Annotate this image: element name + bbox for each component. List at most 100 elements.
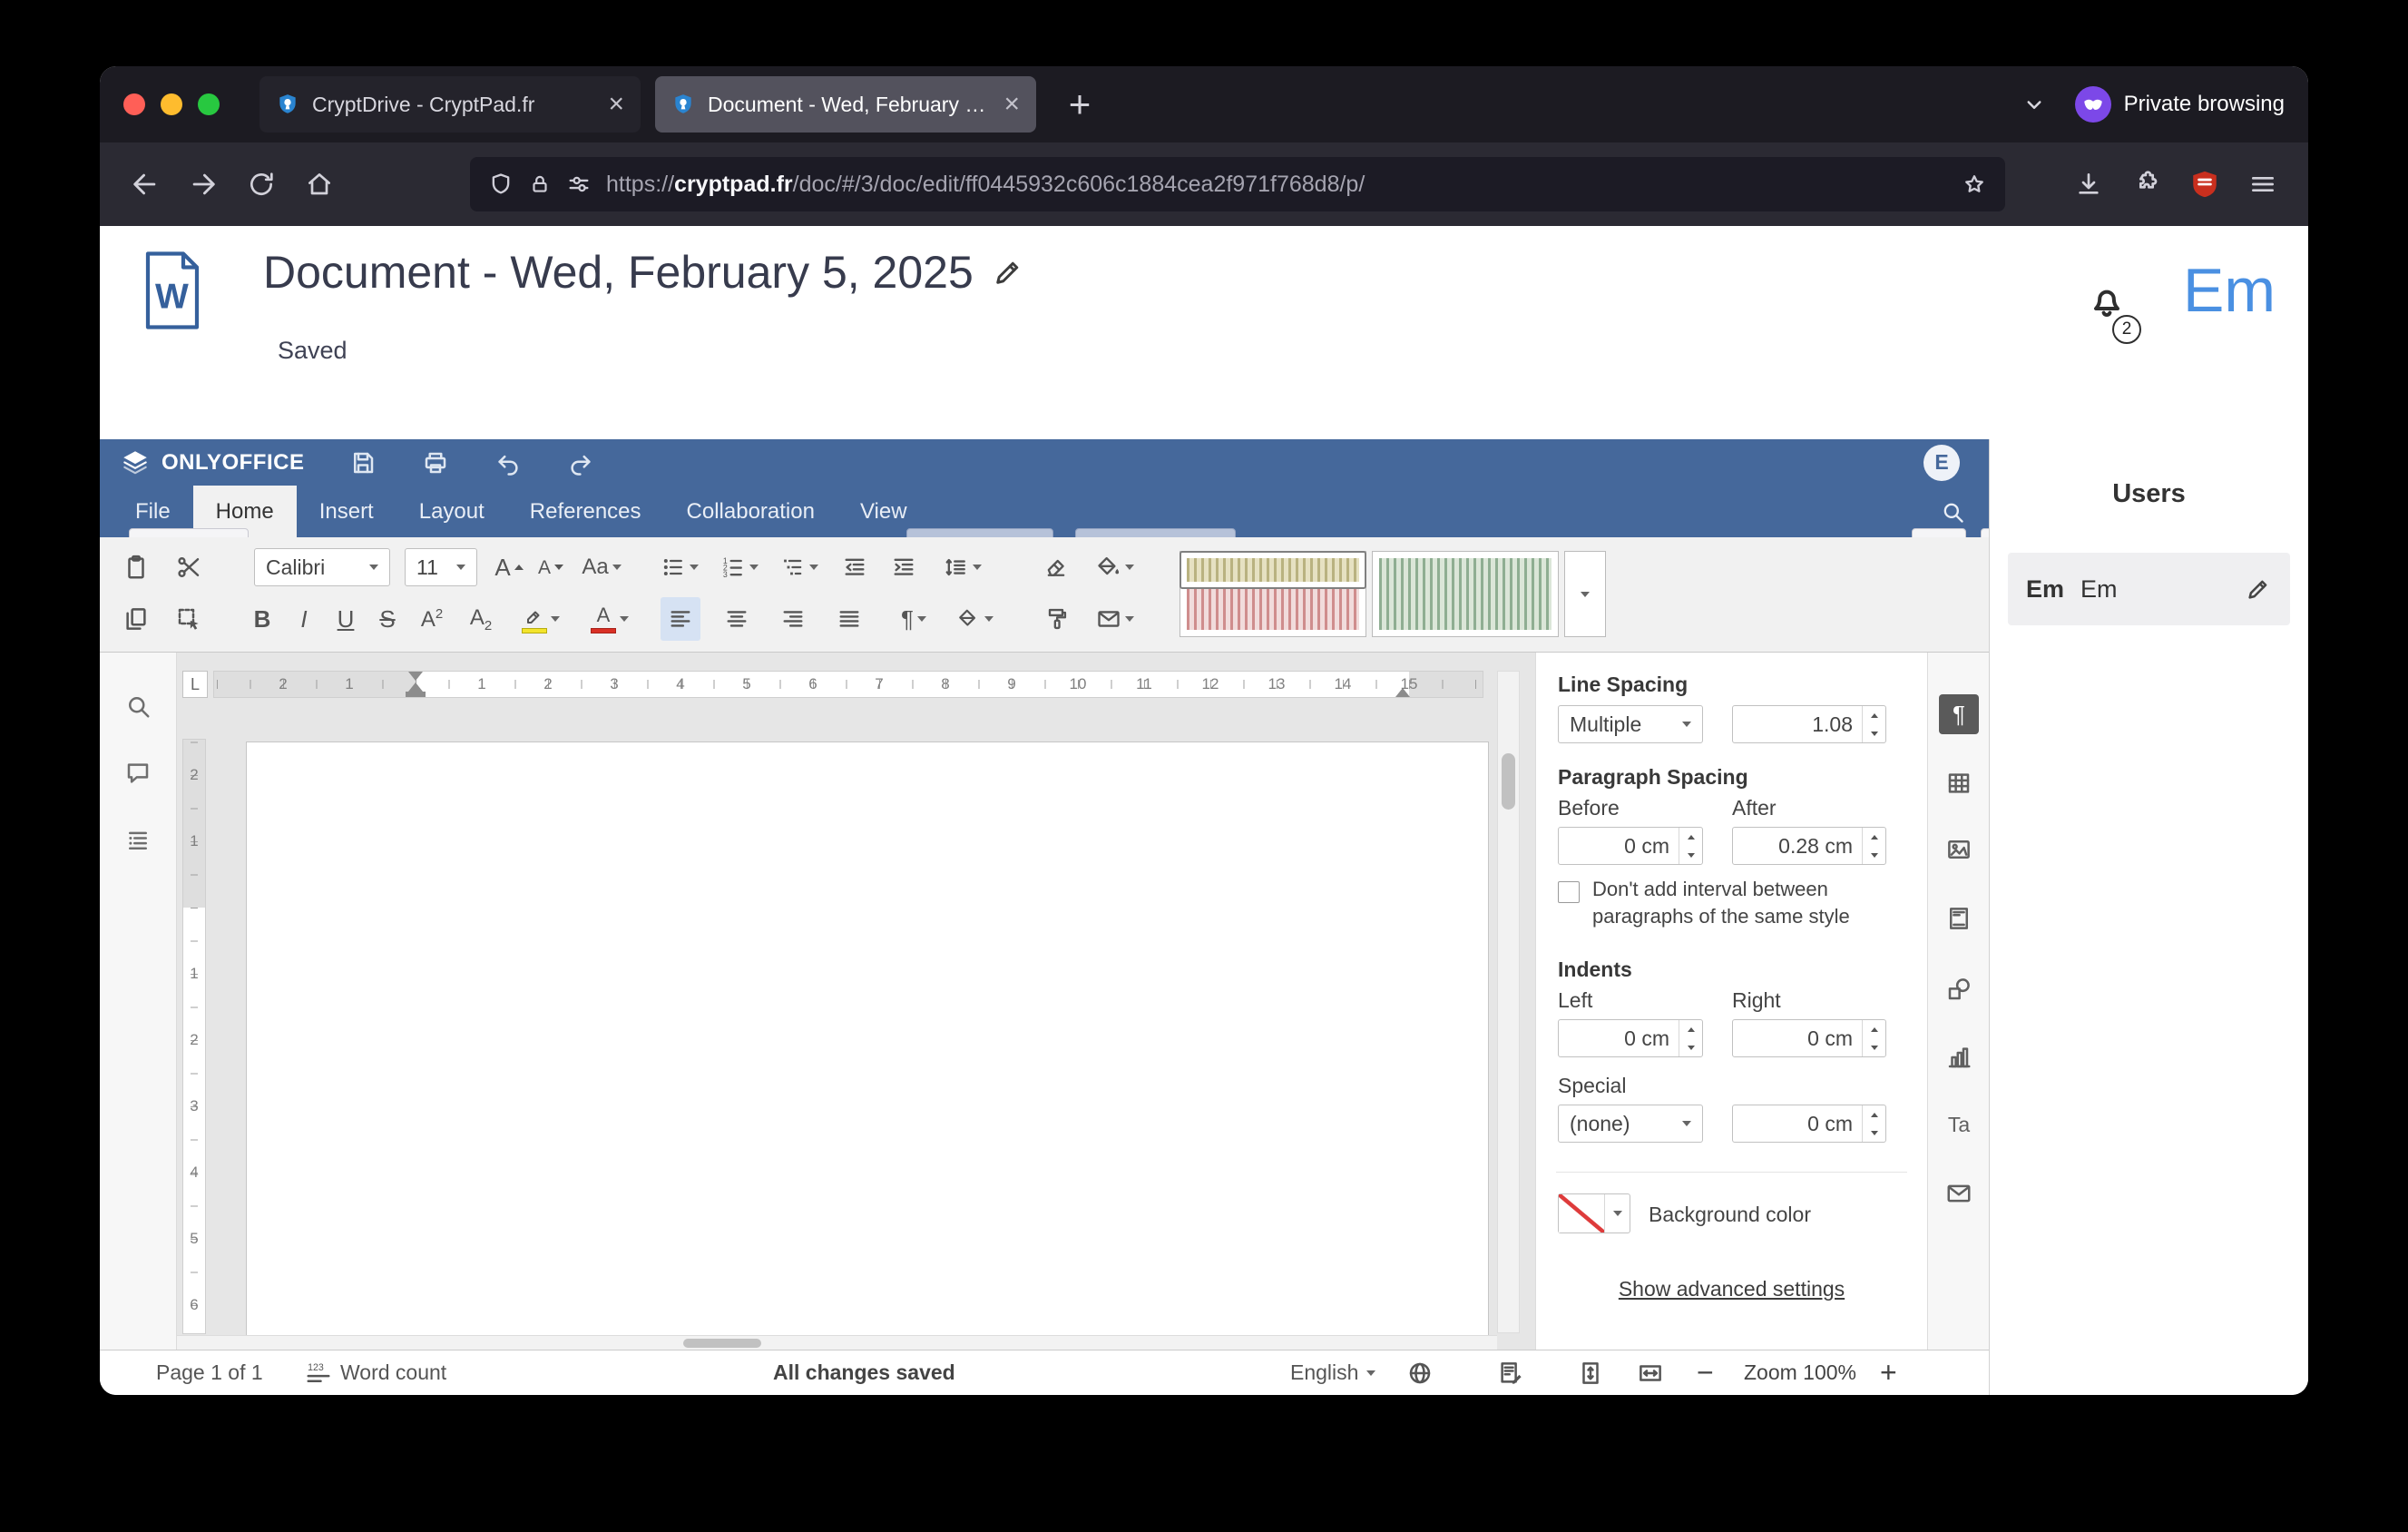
paste-button[interactable] bbox=[116, 545, 156, 589]
menu-tab-insert[interactable]: Insert bbox=[297, 486, 396, 537]
document-title[interactable]: Document - Wed, February 5, 2025 bbox=[263, 246, 974, 299]
line-spacing-select[interactable]: Multiple bbox=[1558, 705, 1703, 743]
horizontal-scrollbar-thumb[interactable] bbox=[683, 1339, 761, 1348]
notifications-bell[interactable]: 2 bbox=[2085, 279, 2129, 322]
reload-button[interactable] bbox=[236, 159, 287, 210]
browser-tab-document[interactable]: Document - Wed, February 5, 2 × bbox=[655, 76, 1036, 133]
shading-color-button[interactable] bbox=[1087, 545, 1143, 589]
paragraph-settings-tab[interactable]: ¶ bbox=[1939, 694, 1979, 734]
first-line-indent-marker[interactable] bbox=[408, 672, 423, 681]
underline-button[interactable]: U bbox=[327, 597, 365, 641]
background-color-picker[interactable] bbox=[1558, 1193, 1630, 1233]
nonprinting-characters-button[interactable]: ¶ bbox=[886, 597, 942, 641]
downloads-button[interactable] bbox=[2063, 159, 2114, 210]
menu-hamburger-button[interactable] bbox=[2237, 159, 2288, 210]
back-button[interactable] bbox=[120, 159, 171, 210]
subscript-button[interactable]: A2 bbox=[459, 597, 503, 641]
zoom-out-button[interactable]: − bbox=[1697, 1350, 1714, 1395]
chart-settings-tab[interactable] bbox=[1939, 1037, 1979, 1077]
review-display-button[interactable] bbox=[1497, 1350, 1524, 1395]
minimize-window-button[interactable] bbox=[161, 93, 182, 115]
h-ruler[interactable]: 12123456789101112131415 bbox=[213, 671, 1483, 698]
vertical-scrollbar-thumb[interactable] bbox=[1502, 753, 1515, 810]
decrease-indent-button[interactable] bbox=[835, 545, 875, 589]
fit-page-button[interactable] bbox=[1577, 1350, 1604, 1395]
tab-close-icon[interactable]: × bbox=[1003, 91, 1020, 118]
change-case-button[interactable]: Aa bbox=[573, 545, 630, 589]
superscript-button[interactable]: A2 bbox=[410, 597, 454, 641]
strikethrough-button[interactable]: S bbox=[368, 597, 406, 641]
mail-merge-button[interactable] bbox=[1087, 597, 1143, 641]
bookmark-star-icon[interactable] bbox=[1962, 172, 1987, 197]
left-indent-marker[interactable] bbox=[406, 692, 426, 697]
indent-right-spinner[interactable]: 0 cm bbox=[1732, 1019, 1886, 1057]
numbering-button[interactable]: 123 bbox=[713, 545, 766, 589]
lock-icon[interactable] bbox=[528, 172, 552, 196]
styles-gallery-expand-button[interactable] bbox=[1564, 551, 1606, 637]
forward-button[interactable] bbox=[178, 159, 229, 210]
adblocker-button[interactable] bbox=[2179, 159, 2230, 210]
special-by-spinner[interactable]: 0 cm bbox=[1732, 1105, 1886, 1143]
copy-style-button[interactable] bbox=[1036, 597, 1076, 641]
mail-merge-settings-tab[interactable] bbox=[1939, 1174, 1979, 1213]
tracking-shield-icon[interactable] bbox=[488, 172, 514, 197]
paragraph-shading-button[interactable] bbox=[947, 597, 1003, 641]
print-button[interactable] bbox=[415, 442, 456, 484]
url-bar[interactable]: https://cryptpad.fr/doc/#/3/doc/edit/ff0… bbox=[470, 157, 2005, 211]
italic-button[interactable]: I bbox=[285, 597, 323, 641]
permissions-sliders-icon[interactable] bbox=[566, 172, 592, 197]
page-indicator[interactable]: Page 1 of 1 bbox=[156, 1350, 263, 1395]
align-left-button[interactable] bbox=[661, 597, 700, 641]
indent-left-spinner[interactable]: 0 cm bbox=[1558, 1019, 1703, 1057]
url-text[interactable]: https://cryptpad.fr/doc/#/3/doc/edit/ff0… bbox=[606, 172, 1947, 198]
increase-font-button[interactable]: A bbox=[490, 545, 528, 589]
image-settings-tab[interactable] bbox=[1939, 830, 1979, 869]
font-name-select[interactable]: Calibri bbox=[254, 548, 390, 586]
increase-indent-button[interactable] bbox=[884, 545, 924, 589]
justify-button[interactable] bbox=[829, 597, 869, 641]
shape-settings-tab[interactable] bbox=[1939, 969, 1979, 1009]
navigation-headings-icon[interactable] bbox=[124, 827, 152, 854]
find-icon[interactable] bbox=[124, 692, 152, 720]
save-button[interactable] bbox=[342, 442, 384, 484]
spacing-after-spinner[interactable]: 0.28 cm bbox=[1732, 827, 1886, 865]
header-footer-settings-tab[interactable] bbox=[1939, 899, 1979, 938]
menu-tab-references[interactable]: References bbox=[507, 486, 664, 537]
user-avatar[interactable]: Em bbox=[2183, 255, 2276, 326]
table-settings-tab[interactable] bbox=[1939, 763, 1979, 803]
line-spacing-button[interactable] bbox=[936, 545, 989, 589]
multilevel-list-button[interactable] bbox=[773, 545, 826, 589]
font-size-select[interactable]: 11 bbox=[405, 548, 477, 586]
tab-close-icon[interactable]: × bbox=[608, 91, 624, 118]
close-window-button[interactable] bbox=[123, 93, 145, 115]
style-preview-normal[interactable] bbox=[1180, 551, 1366, 589]
cut-button[interactable] bbox=[169, 545, 209, 589]
maximize-window-button[interactable] bbox=[198, 93, 220, 115]
new-tab-button[interactable]: + bbox=[1058, 85, 1101, 123]
highlight-color-button[interactable] bbox=[510, 597, 572, 641]
select-all-button[interactable] bbox=[169, 597, 209, 641]
clear-style-button[interactable] bbox=[1036, 545, 1076, 589]
browser-tab-cryptdrive[interactable]: CryptDrive - CryptPad.fr × bbox=[259, 76, 641, 133]
document-page[interactable] bbox=[246, 741, 1489, 1350]
editor-user-avatar[interactable]: E bbox=[1923, 445, 1960, 481]
undo-button[interactable] bbox=[487, 442, 529, 484]
font-color-button[interactable]: A bbox=[579, 597, 641, 641]
interval-checkbox[interactable] bbox=[1558, 881, 1580, 903]
comments-icon[interactable] bbox=[124, 760, 152, 787]
tab-stop-selector[interactable]: L bbox=[182, 671, 208, 698]
special-select[interactable]: (none) bbox=[1558, 1105, 1703, 1143]
menu-tab-layout[interactable]: Layout bbox=[396, 486, 507, 537]
align-right-button[interactable] bbox=[773, 597, 813, 641]
extensions-button[interactable] bbox=[2121, 159, 2172, 210]
edit-name-pencil-icon[interactable] bbox=[2245, 575, 2272, 603]
advanced-settings-link[interactable]: Show advanced settings bbox=[1536, 1277, 1927, 1301]
decrease-font-button[interactable]: A bbox=[532, 545, 570, 589]
home-button[interactable] bbox=[294, 159, 345, 210]
horizontal-scrollbar[interactable] bbox=[177, 1335, 1497, 1350]
spacing-before-spinner[interactable]: 0 cm bbox=[1558, 827, 1703, 865]
vertical-scrollbar[interactable] bbox=[1497, 671, 1520, 1333]
fit-width-button[interactable] bbox=[1637, 1350, 1664, 1395]
menu-tab-collaboration[interactable]: Collaboration bbox=[664, 486, 837, 537]
edit-title-pencil-icon[interactable] bbox=[992, 256, 1024, 289]
